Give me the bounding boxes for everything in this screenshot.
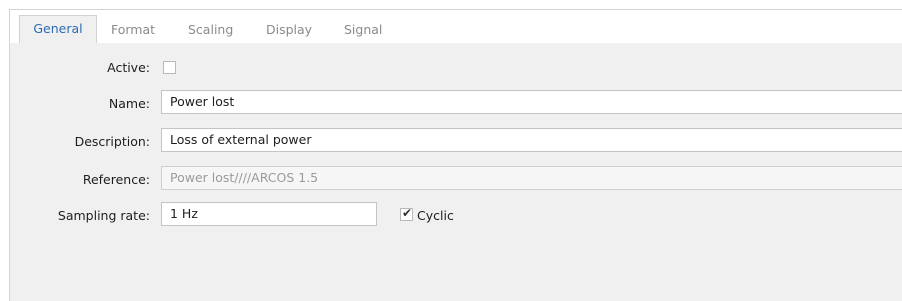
tab-general[interactable]: General (19, 15, 97, 43)
check-mark-icon: ✔ (402, 206, 413, 220)
sampling-rate-field[interactable]: 1 Hz (161, 202, 377, 226)
cyclic-checkbox[interactable]: ✔ (400, 206, 413, 221)
name-label: Name: (108, 96, 150, 111)
tab-display[interactable]: Display (266, 17, 312, 43)
name-field[interactable]: Power lost (161, 90, 902, 114)
reference-field: Power lost////ARCOS 1.5 (161, 166, 902, 190)
description-field[interactable]: Loss of external power (161, 128, 902, 152)
cyclic-label[interactable]: Cyclic (417, 208, 454, 223)
properties-panel: General Format Scaling Display Signal Ac… (9, 9, 902, 301)
tab-scaling[interactable]: Scaling (188, 17, 233, 43)
reference-label: Reference: (82, 172, 150, 187)
tab-strip: General Format Scaling Display Signal (10, 10, 902, 43)
sampling-rate-label: Sampling rate: (57, 208, 150, 223)
active-label: Active: (107, 60, 150, 75)
active-checkbox[interactable] (163, 61, 176, 74)
description-label: Description: (74, 134, 150, 149)
tab-format[interactable]: Format (111, 17, 155, 43)
tab-signal[interactable]: Signal (344, 17, 382, 43)
